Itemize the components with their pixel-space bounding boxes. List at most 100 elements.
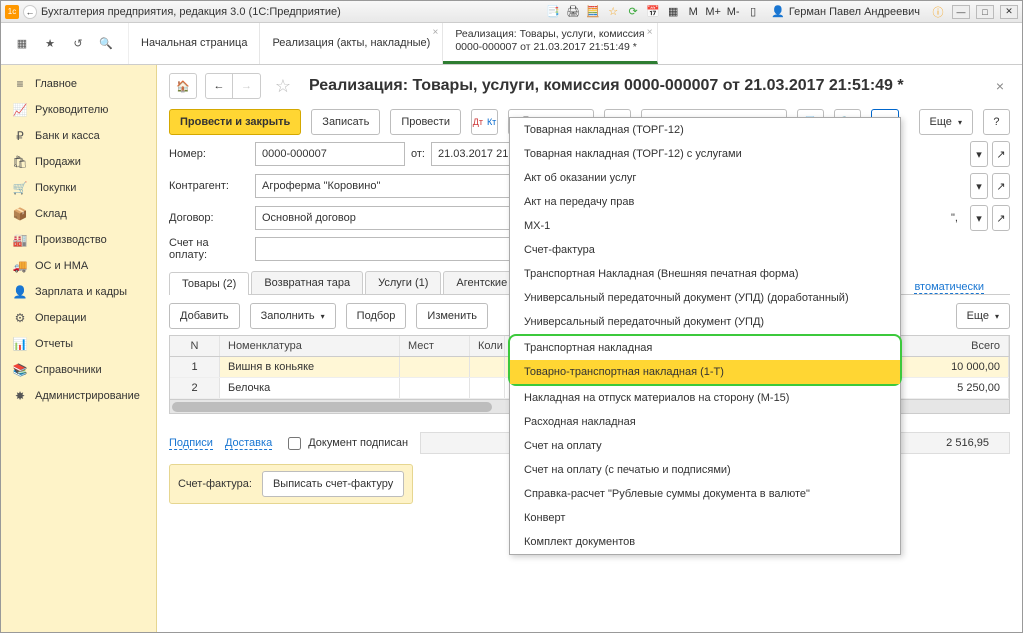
sidebar-item[interactable]: 📊Отчеты xyxy=(1,331,156,357)
print-menu-item[interactable]: Комплект документов xyxy=(510,530,900,554)
maximize-button[interactable]: □ xyxy=(976,5,994,19)
delivery-link[interactable]: Доставка xyxy=(225,437,272,450)
open-button[interactable]: ↗ xyxy=(992,173,1010,199)
minimize-button[interactable]: — xyxy=(952,5,970,19)
toolbar-icon[interactable]: 📑 xyxy=(545,4,561,20)
auto-link[interactable]: втоматически xyxy=(914,281,984,294)
print-menu-item[interactable]: Товарно-транспортная накладная (1-Т) xyxy=(510,360,900,384)
close-icon[interactable]: × xyxy=(647,27,653,38)
table-more-button[interactable]: Еще ▾ xyxy=(956,303,1010,329)
post-button[interactable]: Провести xyxy=(390,109,461,135)
select-button[interactable]: Подбор xyxy=(346,303,407,329)
dropdown-button[interactable]: ▾ xyxy=(970,141,988,167)
print-menu-item[interactable]: Транспортная Накладная (Внешняя печатная… xyxy=(510,262,900,286)
sidebar-icon: ✸ xyxy=(13,389,27,403)
open-button[interactable]: ↗ xyxy=(992,141,1010,167)
sidebar-item[interactable]: 🏭Производство xyxy=(1,227,156,253)
sidebar-item[interactable]: ₽Банк и касса xyxy=(1,123,156,149)
subtab-tara[interactable]: Возвратная тара xyxy=(251,271,363,294)
close-icon[interactable]: × xyxy=(432,27,438,38)
print-menu-item[interactable]: Товарная накладная (ТОРГ-12) xyxy=(510,118,900,142)
sidebar-icon: 🏭 xyxy=(13,233,27,247)
dropdown-button[interactable]: ▾ xyxy=(970,205,988,231)
open-button[interactable]: ↗ xyxy=(992,205,1010,231)
star-icon[interactable]: ★ xyxy=(41,35,59,53)
print-menu-item[interactable]: Расходная накладная xyxy=(510,410,900,434)
save-button[interactable]: Записать xyxy=(311,109,380,135)
subtab-services[interactable]: Услуги (1) xyxy=(365,271,441,294)
print-menu-item[interactable]: Счет-фактура xyxy=(510,238,900,262)
sidebar-item[interactable]: 📈Руководителю xyxy=(1,97,156,123)
more-button[interactable]: Еще ▾ xyxy=(919,109,973,135)
number-input[interactable]: 0000-000007 xyxy=(255,142,405,166)
sidebar-item[interactable]: 🛍Продажи xyxy=(1,149,156,175)
print-menu-item[interactable]: Счет на оплату (с печатью и подписями) xyxy=(510,458,900,482)
sidebar-icon: 👤 xyxy=(13,285,27,299)
dt-kt-button[interactable]: ДтКт xyxy=(471,109,498,135)
account-input[interactable] xyxy=(255,237,515,261)
link-icon[interactable]: ⟳ xyxy=(625,4,641,20)
help-button[interactable]: ? xyxy=(983,109,1010,135)
sidebar-item[interactable]: 🛒Покупки xyxy=(1,175,156,201)
cell-qty xyxy=(470,357,505,377)
add-button[interactable]: Добавить xyxy=(169,303,240,329)
sidebar-item[interactable]: 👤Зарплата и кадры xyxy=(1,279,156,305)
history-icon[interactable]: ↺ xyxy=(69,35,87,53)
sidebar-item[interactable]: 🚚ОС и НМА xyxy=(1,253,156,279)
col-nom[interactable]: Номенклатура xyxy=(220,336,400,356)
nav-back-small[interactable]: ← xyxy=(23,5,37,19)
subtab-goods[interactable]: Товары (2) xyxy=(169,272,249,295)
contragent-input[interactable]: Агроферма "Коровино" xyxy=(255,174,515,198)
m-minus-label[interactable]: М- xyxy=(725,4,741,20)
doc-signed-checkbox[interactable]: Документ подписан xyxy=(284,434,408,453)
print-menu-item[interactable]: Накладная на отпуск материалов на сторон… xyxy=(510,386,900,410)
forward-button[interactable]: → xyxy=(233,73,261,99)
search-icon[interactable]: 🔍 xyxy=(97,35,115,53)
contract-input[interactable]: Основной договор xyxy=(255,206,515,230)
print-menu-item[interactable]: Товарная накладная (ТОРГ-12) с услугами xyxy=(510,142,900,166)
grid-icon[interactable]: ▦ xyxy=(665,4,681,20)
post-and-close-button[interactable]: Провести и закрыть xyxy=(169,109,301,135)
sidebar-item[interactable]: ⚙Операции xyxy=(1,305,156,331)
print-menu-item[interactable]: Транспортная накладная xyxy=(510,336,900,360)
tab-realization-list[interactable]: Реализация (акты, накладные)× xyxy=(260,23,443,64)
home-button[interactable]: 🏠 xyxy=(169,73,197,99)
create-invoice-button[interactable]: Выписать счет-фактуру xyxy=(262,471,404,497)
print-menu-item[interactable]: Справка-расчет "Рублевые суммы документа… xyxy=(510,482,900,506)
print-menu-item[interactable]: Счет на оплату xyxy=(510,434,900,458)
signatures-link[interactable]: Подписи xyxy=(169,437,213,450)
close-doc-button[interactable]: × xyxy=(990,78,1010,94)
info-icon[interactable]: ⓘ xyxy=(930,4,946,20)
print-menu-item[interactable]: Конверт xyxy=(510,506,900,530)
sidebar-item[interactable]: 📦Склад xyxy=(1,201,156,227)
toolbar-icon[interactable]: 🖨 xyxy=(565,4,581,20)
main-tabs: Начальная страница Реализация (акты, нак… xyxy=(129,23,1022,64)
dropdown-button[interactable]: ▾ xyxy=(970,173,988,199)
toolbar-icon[interactable]: 🧮 xyxy=(585,4,601,20)
close-button[interactable]: ✕ xyxy=(1000,5,1018,19)
print-menu-item[interactable]: Акт об оказании услуг xyxy=(510,166,900,190)
sidebar-item[interactable]: 📚Справочники xyxy=(1,357,156,383)
col-n[interactable]: N xyxy=(170,336,220,356)
m-label[interactable]: М xyxy=(685,4,701,20)
m-plus-label[interactable]: М+ xyxy=(705,4,721,20)
sidebar-label: Администрирование xyxy=(35,390,140,402)
print-menu-item[interactable]: Универсальный передаточный документ (УПД… xyxy=(510,286,900,310)
print-menu-item[interactable]: МХ-1 xyxy=(510,214,900,238)
col-qty[interactable]: Коли xyxy=(470,336,505,356)
tab-realization-doc[interactable]: Реализация: Товары, услуги, комиссия 000… xyxy=(443,23,657,64)
print-menu-item[interactable]: Акт на передачу прав xyxy=(510,190,900,214)
col-mest[interactable]: Мест xyxy=(400,336,470,356)
fill-button[interactable]: Заполнить ▾ xyxy=(250,303,336,329)
user-chip[interactable]: 👤 Герман Павел Андреевич xyxy=(771,5,920,18)
calendar-icon[interactable]: 📅 xyxy=(645,4,661,20)
tab-start[interactable]: Начальная страница xyxy=(129,23,260,64)
sidebar-item[interactable]: ✸ Администрирование xyxy=(1,383,156,409)
favorite-toggle[interactable]: ☆ xyxy=(269,73,297,99)
change-button[interactable]: Изменить xyxy=(416,303,488,329)
apps-icon[interactable]: ▦ xyxy=(13,35,31,53)
back-button[interactable]: ← xyxy=(205,73,233,99)
sidebar-item[interactable]: ≡Главное xyxy=(1,71,156,97)
fav-icon[interactable]: ☆ xyxy=(605,4,621,20)
print-menu-item[interactable]: Универсальный передаточный документ (УПД… xyxy=(510,310,900,334)
